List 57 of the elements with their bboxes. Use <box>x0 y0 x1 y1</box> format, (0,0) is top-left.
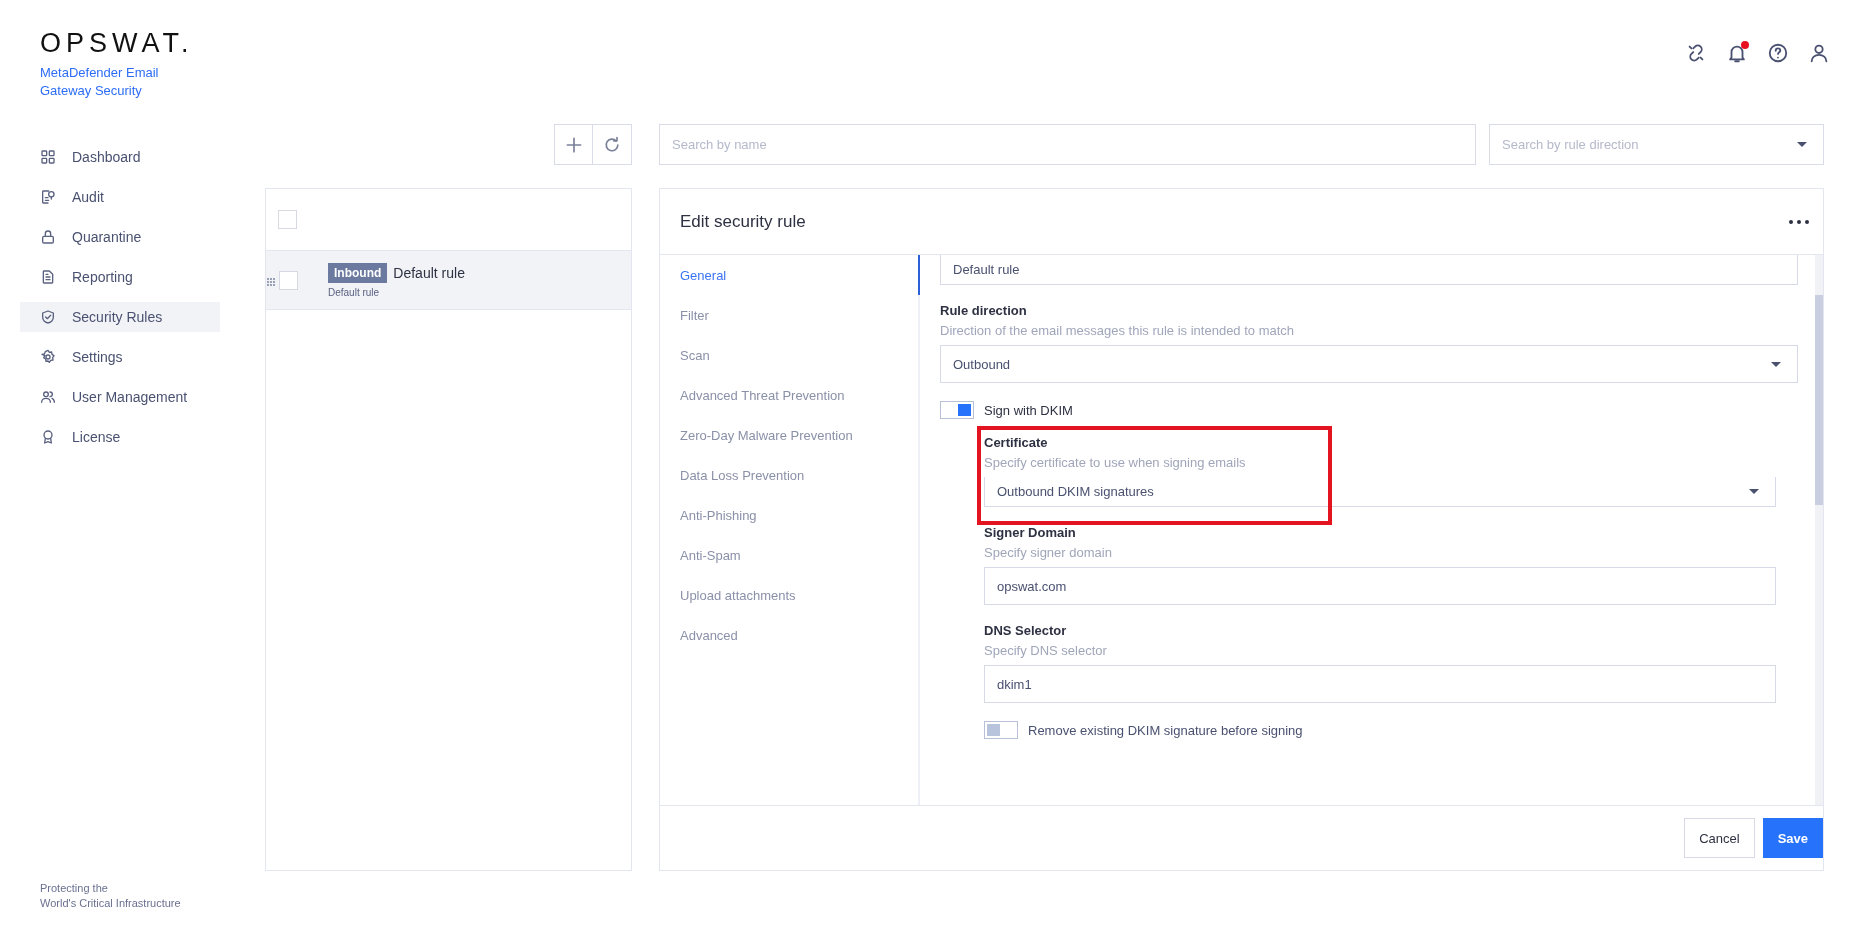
users-icon <box>40 389 56 405</box>
field-label: Rule direction <box>940 303 1028 318</box>
input-field[interactable]: dkim1 <box>984 665 1776 703</box>
settings-icon <box>40 349 56 365</box>
sidebar-item[interactable]: Dashboard <box>20 142 220 172</box>
field-label: Certificate <box>984 435 1049 450</box>
product-name: MetaDefender Email Gateway Security <box>40 64 160 100</box>
select-all-checkbox[interactable] <box>278 210 297 229</box>
grid-icon <box>40 149 56 165</box>
rule-name: Default rule <box>393 264 465 281</box>
award-icon <box>40 429 56 445</box>
panel-title: Edit security rule <box>680 211 806 232</box>
sidebar-item[interactable]: Audit <box>20 182 220 212</box>
sidebar-item[interactable]: Security Rules <box>20 302 220 332</box>
field-label: Signer Domain <box>984 525 1077 540</box>
notifications-icon[interactable] <box>1726 42 1748 64</box>
user-icon[interactable] <box>1808 42 1830 64</box>
field-description: Specify DNS selector <box>984 643 1108 658</box>
field-description: Specify signer domain <box>984 545 1113 560</box>
more-options-icon[interactable] <box>1789 219 1809 224</box>
scrollbar[interactable] <box>1815 255 1823 805</box>
rule-description: Default rule <box>328 286 381 298</box>
toggle-switch[interactable] <box>940 401 974 419</box>
lock-icon <box>40 229 56 245</box>
rule-row[interactable]: Inbound Default rule Default rule <box>266 251 631 310</box>
direction-badge: Inbound <box>328 262 388 283</box>
save-button[interactable]: Save <box>1762 818 1823 858</box>
row-checkbox[interactable] <box>279 270 298 290</box>
toggle-switch[interactable] <box>984 721 1018 739</box>
shield-check-icon <box>40 309 56 325</box>
toggle-label: Sign with DKIM <box>984 402 1073 418</box>
field-description: Direction of the email messages this rule is intended to match <box>940 323 1296 338</box>
document-search-icon <box>40 189 56 205</box>
field-description: Specify certificate to use when signing emails <box>984 455 1247 470</box>
section-tab[interactable]: General <box>660 255 920 295</box>
field-label: DNS Selector <box>984 623 1068 638</box>
input-field[interactable]: Default rule <box>940 255 1798 285</box>
input-field[interactable]: opswat.com <box>984 567 1776 605</box>
caret-icon <box>1797 142 1807 147</box>
sidebar-item[interactable]: User Management <box>20 382 220 412</box>
search-field[interactable]: Search by name <box>659 124 1476 165</box>
select-field[interactable]: Outbound <box>940 345 1798 383</box>
sidebar-item[interactable]: Quarantine <box>20 222 220 252</box>
logo-wordmark: OPSWAT. <box>40 28 194 58</box>
help-icon[interactable] <box>1767 42 1789 64</box>
tagline: Protecting the World's Critical Infrastructure <box>39 881 182 911</box>
toggle-label: Remove existing DKIM signature before signing <box>1028 722 1303 738</box>
sidebar-item[interactable]: Settings <box>20 342 220 372</box>
cancel-button[interactable]: Cancel <box>1684 818 1755 858</box>
caret-icon <box>1749 489 1759 494</box>
drag-handle-icon <box>267 277 275 286</box>
select-field[interactable]: Outbound DKIM signatures <box>984 477 1776 507</box>
sidebar-item[interactable]: Reporting <box>20 262 220 292</box>
document-icon <box>40 269 56 285</box>
sidebar-item[interactable]: License <box>20 422 220 452</box>
refresh-icon <box>602 134 622 155</box>
caret-icon <box>1771 361 1781 367</box>
